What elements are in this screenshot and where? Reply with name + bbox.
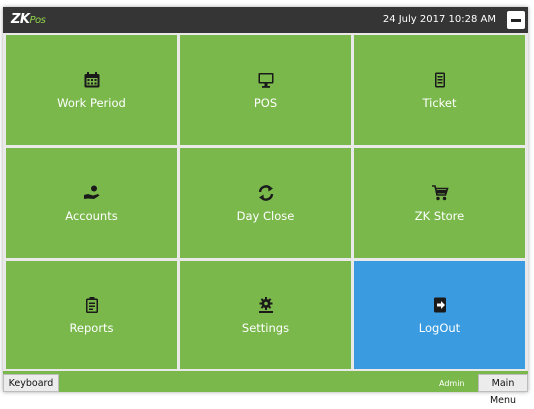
- monitor-icon: [258, 72, 273, 88]
- tile-reports[interactable]: Reports: [6, 261, 177, 369]
- datetime-display: 24 July 2017 10:28 AM: [382, 14, 496, 25]
- tile-ticket[interactable]: Ticket: [354, 35, 525, 145]
- hand-coin-icon: [83, 185, 99, 199]
- title-bar: ZKPos 24 July 2017 10:28 AM: [3, 7, 528, 33]
- tile-label: POS: [253, 95, 278, 110]
- current-user: Admin: [439, 379, 465, 388]
- shopping-cart-icon: [431, 184, 449, 200]
- tile-label: Reports: [69, 320, 114, 335]
- tile-label: ZK Store: [414, 208, 465, 223]
- tile-zk-store[interactable]: ZK Store: [354, 148, 525, 258]
- tile-label: Settings: [241, 320, 290, 335]
- tile-label: Day Close: [236, 208, 295, 223]
- tile-label: Accounts: [65, 208, 118, 223]
- tile-logout[interactable]: LogOut: [354, 261, 525, 369]
- tile-work-period[interactable]: Work Period: [6, 35, 177, 145]
- tile-label: Ticket: [422, 95, 457, 110]
- tile-accounts[interactable]: Accounts: [6, 148, 177, 258]
- app-window: ZKPos 24 July 2017 10:28 AM Work Period …: [3, 7, 528, 406]
- tile-label: Work Period: [57, 95, 126, 110]
- app-logo: ZKPos: [11, 12, 46, 28]
- clipboard-icon: [85, 296, 98, 313]
- gear-icon: [258, 296, 273, 313]
- tile-settings[interactable]: Settings: [180, 261, 351, 369]
- logo-prefix: ZK: [11, 12, 30, 27]
- minimize-button[interactable]: [507, 11, 525, 29]
- calendar-icon: [84, 71, 99, 87]
- minimize-icon: [511, 19, 521, 22]
- main-menu-button[interactable]: Main Menu: [478, 374, 528, 406]
- refresh-icon: [258, 184, 273, 201]
- tile-label: LogOut: [418, 320, 461, 335]
- keyboard-button[interactable]: Keyboard: [3, 374, 59, 392]
- status-bar: Keyboard Admin Main Menu: [3, 371, 528, 406]
- receipt-icon: [434, 72, 445, 87]
- logo-suffix: Pos: [29, 15, 46, 26]
- tile-day-close[interactable]: Day Close: [180, 148, 351, 258]
- sign-out-icon: [433, 297, 446, 312]
- tile-pos[interactable]: POS: [180, 35, 351, 145]
